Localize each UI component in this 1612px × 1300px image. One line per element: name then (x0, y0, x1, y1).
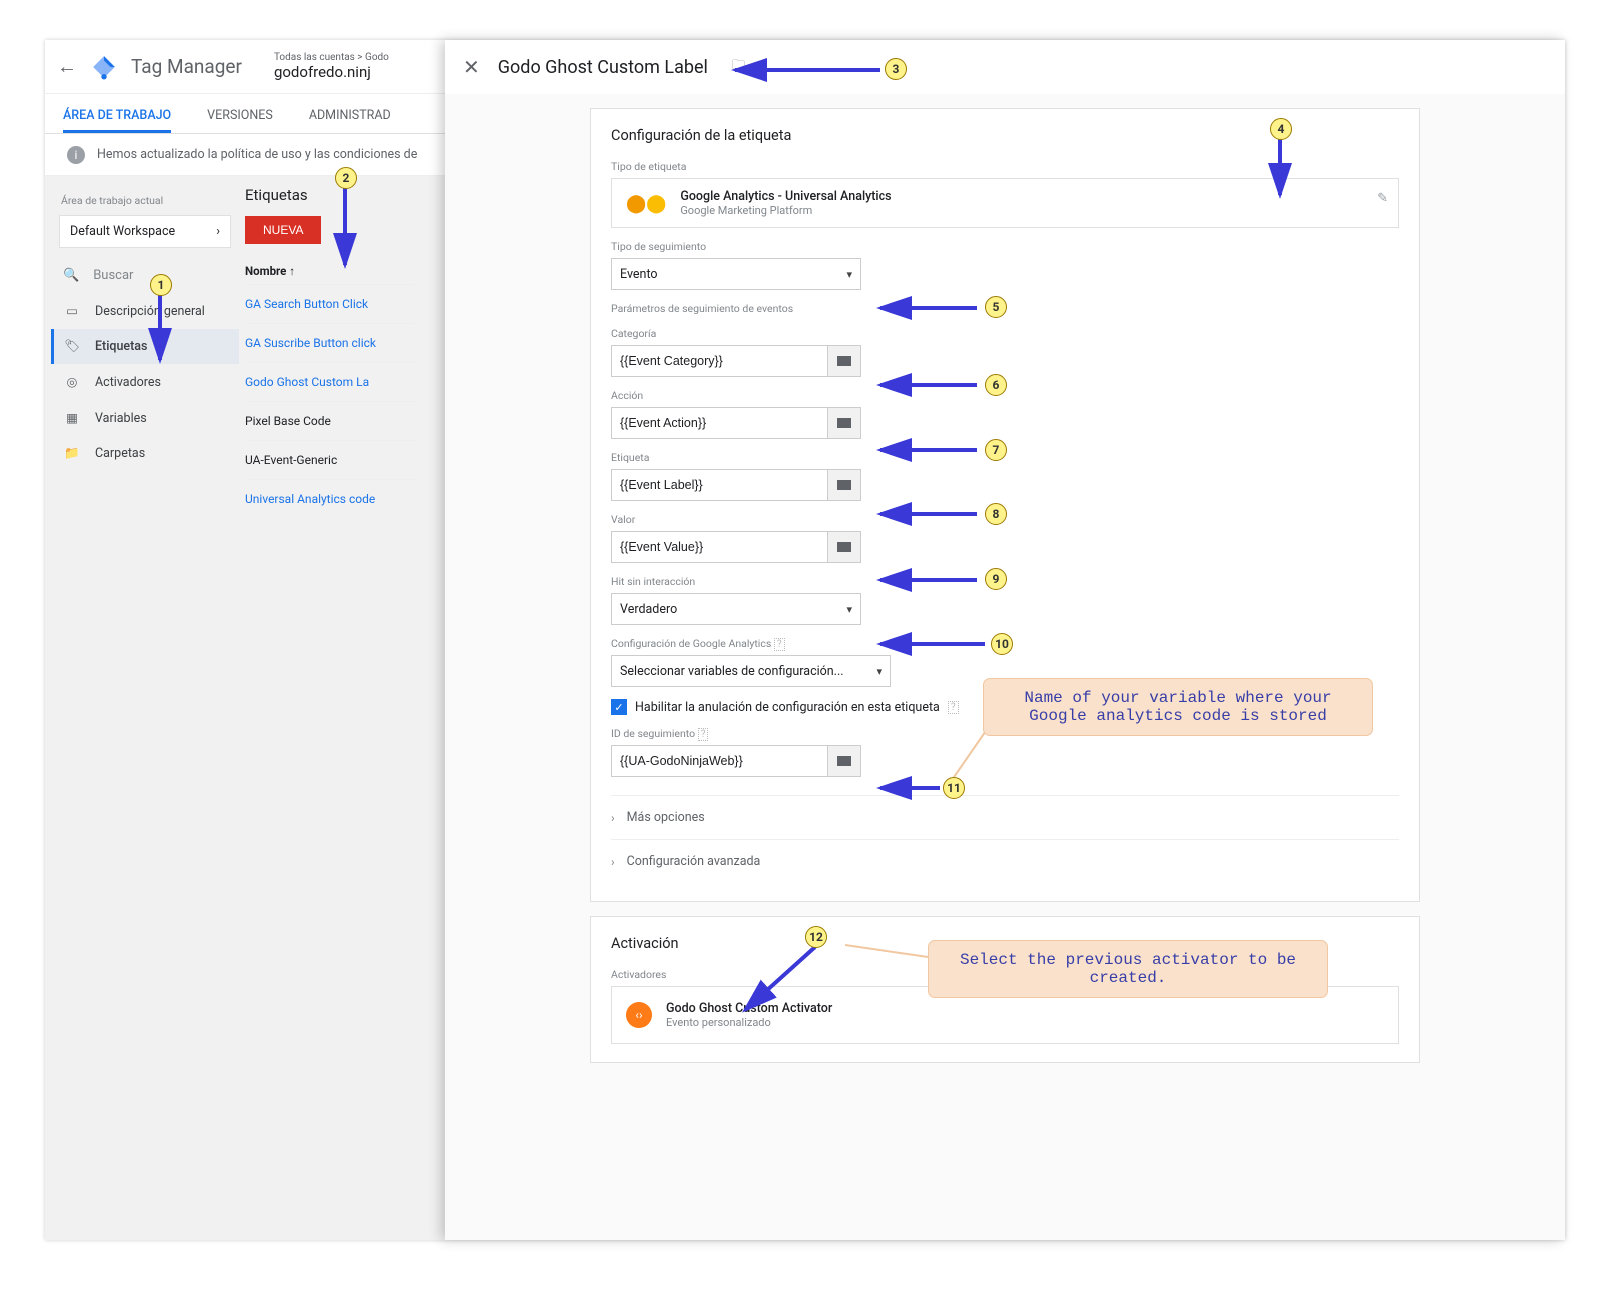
tag-type-name: Google Analytics - Universal Analytics (680, 189, 891, 204)
brick-icon: ▦ (63, 410, 81, 426)
track-type-value: Evento (620, 267, 658, 282)
tag-icon: 🏷 (63, 339, 81, 354)
override-checkbox-label: Habilitar la anulación de configuración … (635, 700, 940, 715)
ga-config-select[interactable]: Seleccionar variables de configuración..… (611, 655, 891, 687)
tag-row[interactable]: GA Suscribe Button click (245, 323, 415, 362)
edit-pencil-icon[interactable]: ✎ (1377, 191, 1388, 206)
tracking-id-label: ID de seguimiento ? (611, 727, 1399, 740)
breadcrumb-main[interactable]: godofredo.ninj (274, 63, 389, 81)
close-icon[interactable]: ✕ (463, 55, 480, 79)
tracking-id-input[interactable] (611, 745, 827, 777)
dashboard-icon: ▭ (63, 303, 81, 319)
policy-notice: Hemos actualizado la política de uso y l… (97, 147, 417, 162)
value-input[interactable] (611, 531, 827, 563)
track-type-label: Tipo de seguimiento (611, 240, 1399, 253)
sidebar-item-tags[interactable]: 🏷 Etiquetas (51, 329, 239, 364)
ga-config-label: Configuración de Google Analytics ? (611, 637, 1399, 650)
etiqueta-input[interactable] (611, 469, 827, 501)
etiqueta-label: Etiqueta (611, 451, 1399, 464)
nav-variables-label: Variables (95, 411, 147, 426)
help-icon[interactable]: ? (948, 701, 959, 714)
sidebar-item-variables[interactable]: ▦ Variables (51, 400, 239, 436)
breadcrumb-top[interactable]: Todas las cuentas > Godo (274, 52, 389, 63)
tag-row[interactable]: Pixel Base Code (245, 401, 415, 440)
search-placeholder: Buscar (93, 268, 133, 283)
tag-title-input[interactable]: Godo Ghost Custom Label (498, 57, 708, 78)
info-icon: i (67, 146, 85, 164)
event-params-label: Parámetros de seguimiento de eventos (611, 302, 1399, 315)
hit-select[interactable]: Verdadero (611, 593, 861, 625)
override-checkbox[interactable]: ✓ (611, 699, 627, 715)
search-icon: 🔍 (63, 268, 79, 283)
tab-versions[interactable]: VERSIONES (207, 108, 273, 133)
tab-workspace[interactable]: ÁREA DE TRABAJO (63, 108, 171, 133)
advanced-config-expander[interactable]: › Configuración avanzada (611, 839, 1399, 883)
trigger-row[interactable]: ‹› Godo Ghost Custom Activator Evento pe… (611, 986, 1399, 1044)
hit-value: Verdadero (620, 602, 677, 617)
name-column-header[interactable]: Nombre ↑ (245, 264, 415, 278)
chevron-right-icon: › (216, 224, 220, 239)
new-tag-button[interactable]: NUEVA (245, 216, 321, 244)
tag-row[interactable]: Universal Analytics code (245, 479, 415, 518)
nav-folders-label: Carpetas (95, 446, 145, 461)
value-label: Valor (611, 513, 1399, 526)
activation-heading: Activación (611, 935, 1399, 952)
workspace-name: Default Workspace (70, 224, 175, 239)
sidebar-item-overview[interactable]: ▭ Descripción general (51, 293, 239, 329)
more-options-label: Más opciones (627, 810, 705, 825)
chevron-right-icon: › (611, 855, 615, 869)
advanced-config-label: Configuración avanzada (627, 854, 761, 869)
trigger-sub: Evento personalizado (666, 1016, 832, 1029)
chevron-right-icon: › (611, 811, 615, 825)
category-input[interactable] (611, 345, 827, 377)
back-arrow-icon[interactable]: ← (57, 54, 77, 79)
variable-picker-button[interactable] (827, 531, 861, 563)
ga-config-value: Seleccionar variables de configuración..… (620, 664, 844, 679)
tag-row[interactable]: UA-Event-Generic (245, 440, 415, 479)
custom-event-icon: ‹› (626, 1002, 652, 1028)
variable-picker-button[interactable] (827, 407, 861, 439)
tags-heading: Etiquetas (245, 186, 415, 204)
trigger-name: Godo Ghost Custom Activator (666, 1001, 832, 1016)
target-icon: ◎ (63, 374, 81, 390)
search-input[interactable]: 🔍 Buscar (51, 262, 239, 289)
tag-type-selector[interactable]: ⬤⬤ Google Analytics - Universal Analytic… (611, 178, 1399, 228)
nav-tags-label: Etiquetas (95, 339, 147, 354)
tab-admin[interactable]: ADMINISTRAD (309, 108, 391, 133)
tag-row[interactable]: GA Search Button Click (245, 284, 415, 323)
track-type-select[interactable]: Evento (611, 258, 861, 290)
config-heading: Configuración de la etiqueta (611, 127, 1399, 144)
workspace-label: Área de trabajo actual (61, 194, 229, 207)
sidebar-item-triggers[interactable]: ◎ Activadores (51, 364, 239, 400)
sidebar-item-folders[interactable]: 📁 Carpetas (51, 436, 239, 471)
more-options-expander[interactable]: › Más opciones (611, 795, 1399, 839)
variable-picker-button[interactable] (827, 345, 861, 377)
nav-overview-label: Descripción general (95, 304, 205, 319)
category-label: Categoría (611, 327, 1399, 340)
hit-label: Hit sin interacción (611, 575, 1399, 588)
variable-picker-button[interactable] (827, 469, 861, 501)
nav-triggers-label: Activadores (95, 375, 161, 390)
action-input[interactable] (611, 407, 827, 439)
tag-type-label: Tipo de etiqueta (611, 160, 1399, 173)
tag-type-sub: Google Marketing Platform (680, 204, 891, 217)
activators-label: Activadores (611, 968, 1399, 981)
workspace-picker[interactable]: Default Workspace › (59, 215, 231, 248)
variable-picker-button[interactable] (827, 745, 861, 777)
product-name: Tag Manager (131, 55, 242, 78)
help-icon[interactable]: ? (774, 638, 785, 651)
action-label: Acción (611, 389, 1399, 402)
help-icon[interactable]: ? (698, 728, 709, 741)
tag-manager-logo-icon (91, 54, 117, 80)
folder-icon[interactable]: 🗀 (732, 56, 745, 78)
analytics-icon: ⬤⬤ (626, 193, 666, 214)
folder-icon: 📁 (63, 446, 81, 461)
tag-row[interactable]: Godo Ghost Custom La (245, 362, 415, 401)
